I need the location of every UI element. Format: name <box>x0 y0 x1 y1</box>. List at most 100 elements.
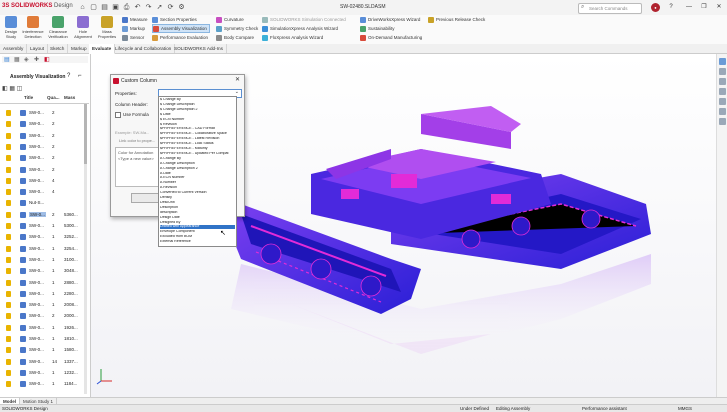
section-properties-button[interactable]: Section Properties <box>152 16 197 23</box>
dropdown-option[interactable]: A Revision <box>160 186 235 190</box>
list-item[interactable]: SW-0... 1 3254... <box>0 244 89 254</box>
tab-sketch[interactable]: Sketch <box>47 44 69 53</box>
custom-properties-icon[interactable] <box>719 108 726 115</box>
dropdown-option[interactable]: A Change Description 2 <box>160 167 235 171</box>
pin-icon[interactable]: ⌐ <box>78 73 82 79</box>
clearance-verification-button[interactable]: Clearance Verification <box>47 16 69 39</box>
options-icon[interactable]: ⚙ <box>177 3 186 12</box>
open-icon[interactable]: ▤ <box>100 3 109 12</box>
dropdown-option[interactable]: Density <box>160 196 235 200</box>
close-button[interactable]: ✕ <box>714 3 724 12</box>
dropdown-option[interactable]: $PRPREFERENCE - Lock Status <box>160 142 235 146</box>
tab-layout[interactable]: Layout <box>27 44 49 53</box>
list-item[interactable]: SW-0... 2 <box>0 142 89 152</box>
list-item[interactable]: SW-0... 1 1926... <box>0 323 89 333</box>
dropdown-option[interactable]: A ECN Number <box>160 176 235 180</box>
symmetry-check-button[interactable]: Symmetry Check <box>216 25 258 32</box>
list-item[interactable]: SW-0... 2 5360... <box>0 210 89 220</box>
dropdown-option[interactable]: $PRPREFERENCE - CAD Format <box>160 127 235 131</box>
minimize-button[interactable]: — <box>684 3 694 12</box>
sensor-button[interactable]: Sensor <box>122 34 144 41</box>
list-item[interactable]: SW-0... 1 1580... <box>0 345 89 355</box>
dropdown-option[interactable]: A Date <box>160 172 235 176</box>
dropdown-option[interactable]: Design Date <box>160 216 235 220</box>
redo-icon[interactable]: ↷ <box>144 3 153 12</box>
markup-button[interactable]: Markup <box>122 25 145 32</box>
list-item[interactable]: SW-0... 1 2880... <box>0 278 89 288</box>
dropdown-option[interactable]: $PRPREFERENCE - Maturity <box>160 147 235 151</box>
view-palette-icon[interactable] <box>719 88 726 95</box>
list-item[interactable]: SW-0... 1 3100... <box>0 255 89 265</box>
on-demand-manufacturing-button[interactable]: On-Demand Manufacturing <box>360 34 422 41</box>
sustainability-button[interactable]: Sustainability <box>360 25 395 32</box>
list-item[interactable]: SW-0... 2 <box>0 131 89 141</box>
list-item[interactable]: SW-0... 1 3252... <box>0 232 89 242</box>
dropdown-option[interactable]: Designed By <box>160 221 235 225</box>
dropdown-option[interactable]: $PRPREFERENCE - Latest Revision <box>160 137 235 141</box>
dropdown-option[interactable]: $ ECN Number <box>160 118 235 122</box>
appearances-icon[interactable] <box>719 98 726 105</box>
dropdown-option[interactable]: A Number <box>160 181 235 185</box>
close-icon[interactable]: ✕ <box>235 76 240 83</box>
home-icon[interactable]: ⌂ <box>78 3 87 12</box>
design-library-icon[interactable] <box>719 68 726 75</box>
list-item[interactable]: SW-0... 1 3048... <box>0 266 89 276</box>
title-column-header[interactable]: Title <box>24 95 33 100</box>
curvature-button[interactable]: Curvature <box>216 16 244 23</box>
tab-markup[interactable]: Markup <box>68 44 91 53</box>
panel-filter-icons[interactable]: ◧ ▦ ◫ <box>2 85 22 92</box>
search-commands-input[interactable]: ⌕ Search Commands <box>578 3 642 14</box>
list-item[interactable]: SW-0... 4 <box>0 187 89 197</box>
undo-icon[interactable]: ↶ <box>133 3 142 12</box>
design-study-button[interactable]: Design Study <box>0 16 22 39</box>
checkbox-box[interactable] <box>115 112 121 118</box>
help-icon[interactable]: ? <box>666 3 676 12</box>
previous-release-check-button[interactable]: Previous Release Check <box>428 16 485 23</box>
list-item[interactable]: SW-0... 2 <box>0 119 89 129</box>
maximize-button[interactable]: ❐ <box>699 3 709 12</box>
dropdown-option[interactable]: DescUnit <box>160 201 235 205</box>
simulationxpress-button[interactable]: SimulationXpress Analysis Wizard <box>262 25 338 32</box>
assembly-visualization-tab-icon[interactable]: ◧ <box>44 56 50 63</box>
tab-addins[interactable]: SOLIDWORKS Add-Ins <box>171 44 227 53</box>
dropdown-option[interactable]: Description <box>160 206 235 210</box>
assembly-visualization-button[interactable]: Assembly Visualization <box>152 24 210 33</box>
mass-column-header[interactable]: Mass <box>64 95 75 100</box>
dropdown-option[interactable]: $ Revision <box>160 123 235 127</box>
dropdown-option[interactable]: A Change By <box>160 157 235 161</box>
dropdown-option[interactable]: $ Change Description 2 <box>160 108 235 112</box>
use-formula-checkbox[interactable]: Use Formula <box>115 112 149 118</box>
body-compare-button[interactable]: Body Compare <box>216 34 254 41</box>
mass-properties-button[interactable]: Mass Properties <box>96 16 118 39</box>
performance-evaluation-button[interactable]: Performance Evaluation <box>152 34 208 41</box>
list-item[interactable]: SW-0... 1 2280... <box>0 289 89 299</box>
dropdown-option[interactable]: Converted to Current Version <box>160 191 235 195</box>
community-icon[interactable] <box>719 118 726 125</box>
list-item[interactable]: SW-0... 1 5300... <box>0 221 89 231</box>
select-icon[interactable]: ➚ <box>155 3 164 12</box>
interference-detection-button[interactable]: Interference Detection <box>22 16 44 39</box>
list-item[interactable]: SW-0... 1 1232... <box>0 368 89 378</box>
list-item[interactable]: SW-0... 2 <box>0 165 89 175</box>
list-item[interactable]: SW-0... 2 <box>0 108 89 118</box>
tab-lifecycle[interactable]: Lifecycle and Collaboration <box>112 44 176 53</box>
solidworks-logo[interactable]: 3S SOLIDWORKS Design <box>2 3 73 9</box>
quantity-column-header[interactable]: Qua... <box>47 95 60 100</box>
properties-dropdown-list[interactable]: $ Change By $ Change Description $ Change … <box>158 96 237 247</box>
dropdown-option[interactable]: $PRPREFERENCE - Updated Per Compat <box>160 152 235 156</box>
rebuild-icon[interactable]: ⟳ <box>166 3 175 12</box>
dropdown-option[interactable]: $ Change By <box>160 98 235 102</box>
list-item[interactable]: SW-0... 2 2000... <box>0 311 89 321</box>
config-manager-icon[interactable]: ◈ <box>24 56 29 63</box>
annotation-value-table[interactable]: Color for Annotation <Type a new value> <box>115 147 164 187</box>
feature-tree-icon[interactable]: ▤ <box>4 56 10 63</box>
dropdown-option[interactable]: External Reference <box>160 240 235 244</box>
help-icon[interactable]: ? <box>67 73 70 79</box>
list-item[interactable]: SW-0... 4 <box>0 176 89 186</box>
list-item[interactable]: SW-0... 14 1337... <box>0 357 89 367</box>
list-item[interactable]: SW-0... 1 1810... <box>0 334 89 344</box>
dropdown-option[interactable]: $ Change Description <box>160 103 235 107</box>
list-item[interactable]: SW-0... 1 1184... <box>0 379 89 389</box>
list-item[interactable]: SW-0... 2 <box>0 153 89 163</box>
new-value-placeholder[interactable]: <Type a new value> <box>118 156 154 161</box>
